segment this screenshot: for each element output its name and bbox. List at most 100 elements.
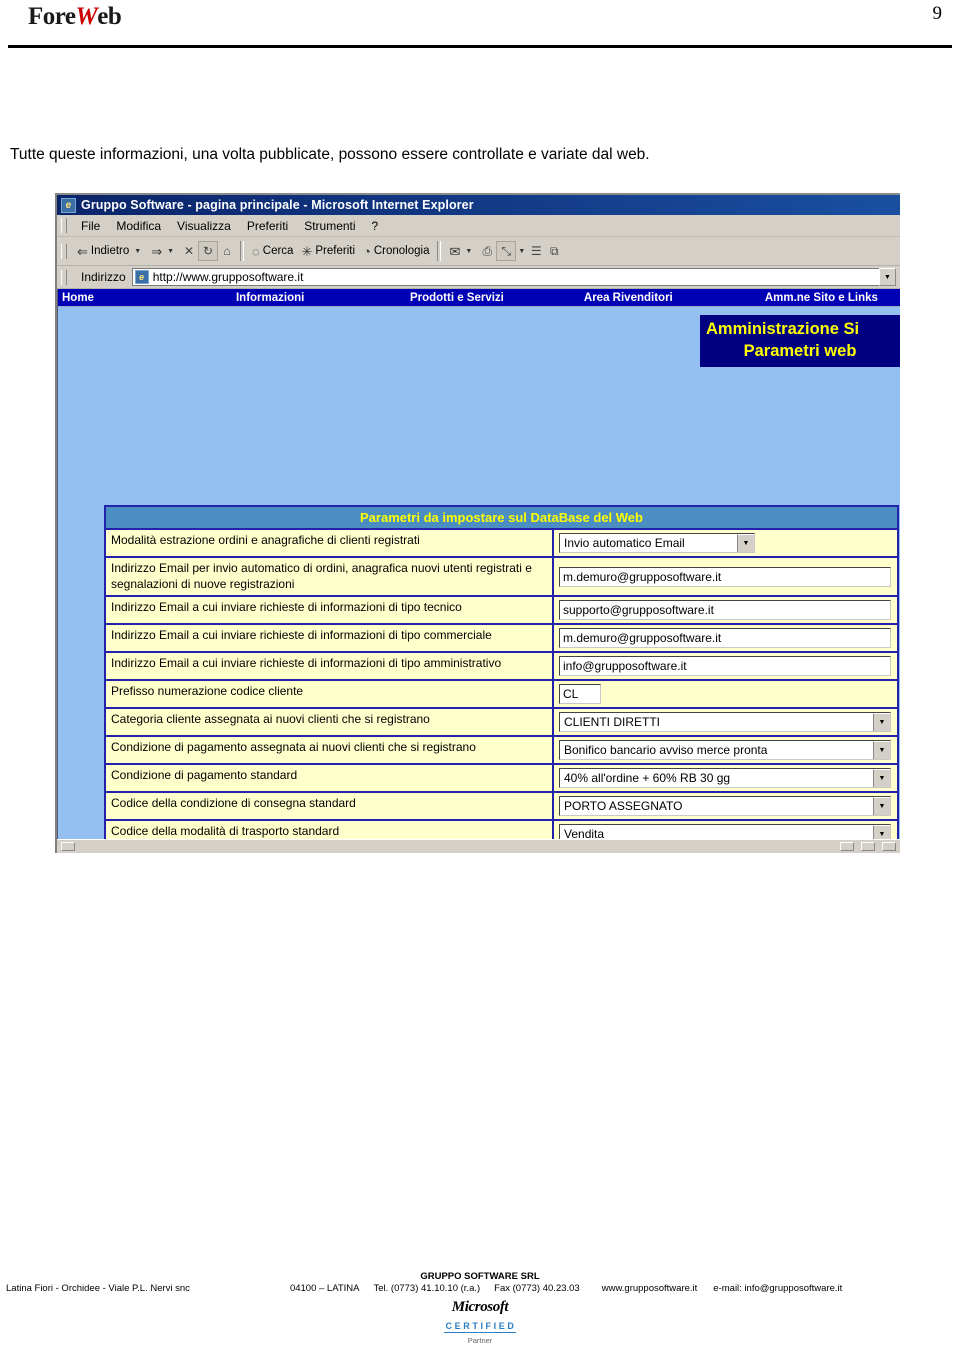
form-row: Codice della condizione di consegna stan… [106,793,897,822]
customer-category-select[interactable]: CLIENTI DIRETTI ▼ [559,712,891,733]
favorites-button-label: Preferiti [315,245,355,257]
select-value: Invio automatico Email [564,536,685,550]
page-number: 9 [932,3,943,24]
select-value: CLIENTI DIRETTI [564,715,661,730]
select-value: Bonifico bancario avviso merce pronta [564,743,768,758]
browser-address-bar: Indirizzo e http://www.grupposoftware.it… [57,266,900,289]
form-row: Condizione di pagamento assegnata ai nuo… [106,737,897,766]
chevron-down-icon[interactable]: ▼ [873,713,890,732]
address-dropdown-button[interactable]: ▼ [879,268,896,286]
refresh-button[interactable]: ↻ [198,241,219,261]
chevron-down-icon[interactable]: ▼ [873,741,890,760]
footer-contact-line: Latina Fiori - Orchidee - Viale P.L. Ner… [0,1283,960,1294]
mail-button[interactable]: ✉ ▼ [445,244,478,259]
edit-chevron-down-icon: ▼ [518,247,526,255]
address-input[interactable]: e http://www.grupposoftware.it [131,268,879,286]
web-page-content: Home Informazioni Prodotti e Servizi Are… [57,289,900,853]
menu-item-preferiti[interactable]: Preferiti [239,217,296,235]
history-button-label: Cronologia [373,245,430,257]
tray-item[interactable] [840,842,854,851]
delivery-condition-select[interactable]: PORTO ASSEGNATO ▼ [559,796,891,817]
forward-chevron-down-icon: ▼ [167,247,175,255]
back-button[interactable]: ⇐ Indietro ▼ [73,244,147,259]
form-row: Categoria cliente assegnata ai nuovi cli… [106,709,897,738]
technical-email-input[interactable]: supporto@grupposoftware.it [559,600,891,621]
row-label: Condizione di pagamento standard [106,765,554,792]
menu-item-visualizza[interactable]: Visualizza [169,217,239,235]
menu-item-modifica[interactable]: Modifica [108,217,169,235]
row-control: 40% all'ordine + 60% RB 30 gg ▼ [554,765,897,792]
toolbar-grip-handle[interactable] [61,243,67,259]
customer-code-prefix-input[interactable]: CL [559,684,601,705]
commercial-email-input[interactable]: m.demuro@grupposoftware.it [559,628,891,649]
menu-grip-handle[interactable] [61,218,67,233]
row-control: info@grupposoftware.it [554,653,897,680]
nav-item-informazioni[interactable]: Informazioni [232,292,406,304]
search-icon: ◌ [252,243,260,259]
browser-window-screenshot: e Gruppo Software - pagina principale - … [55,193,900,853]
taskbar-start-button[interactable] [61,842,75,851]
nav-item-prodotti-servizi[interactable]: Prodotti e Servizi [406,292,580,304]
microsoft-wordmark: Microsoft [451,1299,509,1315]
edit-button[interactable]: ⤡ [496,241,517,261]
administrative-email-input[interactable]: info@grupposoftware.it [559,656,891,677]
tray-item[interactable] [882,842,896,851]
stop-button[interactable]: ✕ [180,242,198,260]
nav-item-amministrazione-sito-links[interactable]: Amm.ne Sito e Links [761,292,900,304]
new-customer-payment-condition-select[interactable]: Bonifico bancario avviso merce pronta ▼ [559,740,891,761]
parameters-form: Parametri da impostare sul DataBase del … [104,505,899,853]
home-button[interactable]: ⌂ [218,242,236,260]
footer-telephone: Tel. (0773) 41.10.10 (r.a.) [373,1283,481,1294]
print-button[interactable]: ⎙ [478,242,496,260]
form-row: Indirizzo Email a cui inviare richieste … [106,625,897,654]
menu-item-strumenti[interactable]: Strumenti [296,217,363,235]
nav-item-home[interactable]: Home [58,292,232,304]
browser-title-bar: e Gruppo Software - pagina principale - … [57,195,900,215]
printer-icon: ⎙ [482,243,493,258]
auto-send-email-input[interactable]: m.demuro@grupposoftware.it [559,566,891,587]
forward-arrow-icon: ⇒ [151,243,163,259]
forward-button[interactable]: ⇒ ▼ [147,244,180,259]
history-button[interactable]: ◔ Cronologia [359,244,433,259]
chevron-down-icon[interactable]: ▼ [873,769,890,788]
favorites-button[interactable]: ✳ Preferiti [297,244,359,259]
logo-fore: Fore [28,3,76,30]
foreweb-logo: ForeWeb [28,3,122,30]
page-title-block: Amministrazione Si Parametri web [700,315,900,367]
discussions-button[interactable]: ☰ [527,242,545,260]
row-control: CL [554,681,897,708]
row-label: Indirizzo Email a cui inviare richieste … [106,653,554,680]
browser-toolbar: ⇐ Indietro ▼ ⇒ ▼ ✕ ↻ ⌂ ◌ Cerca ✳ Preferi… [57,237,900,266]
menu-item-help[interactable]: ? [364,217,387,235]
logo-w: W [75,3,98,30]
address-bar-label: Indirizzo [81,270,126,284]
form-title: Parametri da impostare sul DataBase del … [106,507,897,530]
logo-eb: eb [97,3,122,30]
row-control: supporto@grupposoftware.it [554,597,897,624]
row-label: Modalità estrazione ordini e anagrafiche… [106,530,554,556]
row-control: m.demuro@grupposoftware.it [554,625,897,652]
site-navigation-bar: Home Informazioni Prodotti e Servizi Are… [58,289,900,307]
row-control: m.demuro@grupposoftware.it [554,558,897,596]
search-button[interactable]: ◌ Cerca [248,244,297,259]
browser-title-text: Gruppo Software - pagina principale - Mi… [81,198,474,212]
menu-item-file[interactable]: File [73,217,108,235]
header-divider [8,45,952,48]
chevron-down-icon[interactable]: ▼ [737,534,754,552]
row-label: Indirizzo Email a cui inviare richieste … [106,597,554,624]
extraction-mode-select[interactable]: Invio automatico Email ▼ [559,533,755,553]
standard-payment-condition-select[interactable]: 40% all'ordine + 60% RB 30 gg ▼ [559,768,891,789]
form-row: Indirizzo Email per invio automatico di … [106,558,897,598]
page-header: ForeWeb 9 [0,0,960,50]
address-grip-handle[interactable] [61,269,67,285]
intro-paragraph: Tutte queste informazioni, una volta pub… [10,146,650,163]
footer-email[interactable]: e-mail: info@grupposoftware.it [713,1283,842,1294]
footer-company-name: GRUPPO SOFTWARE SRL [420,1271,540,1282]
chevron-down-icon[interactable]: ▼ [873,797,890,816]
footer-website[interactable]: www.grupposoftware.it [602,1283,698,1294]
messenger-button[interactable]: ⧉ [545,242,563,260]
row-label: Condizione di pagamento assegnata ai nuo… [106,737,554,764]
nav-item-area-rivenditori[interactable]: Area Rivenditori [580,292,761,304]
tray-item[interactable] [861,842,875,851]
messenger-icon: ⧉ [549,243,559,258]
